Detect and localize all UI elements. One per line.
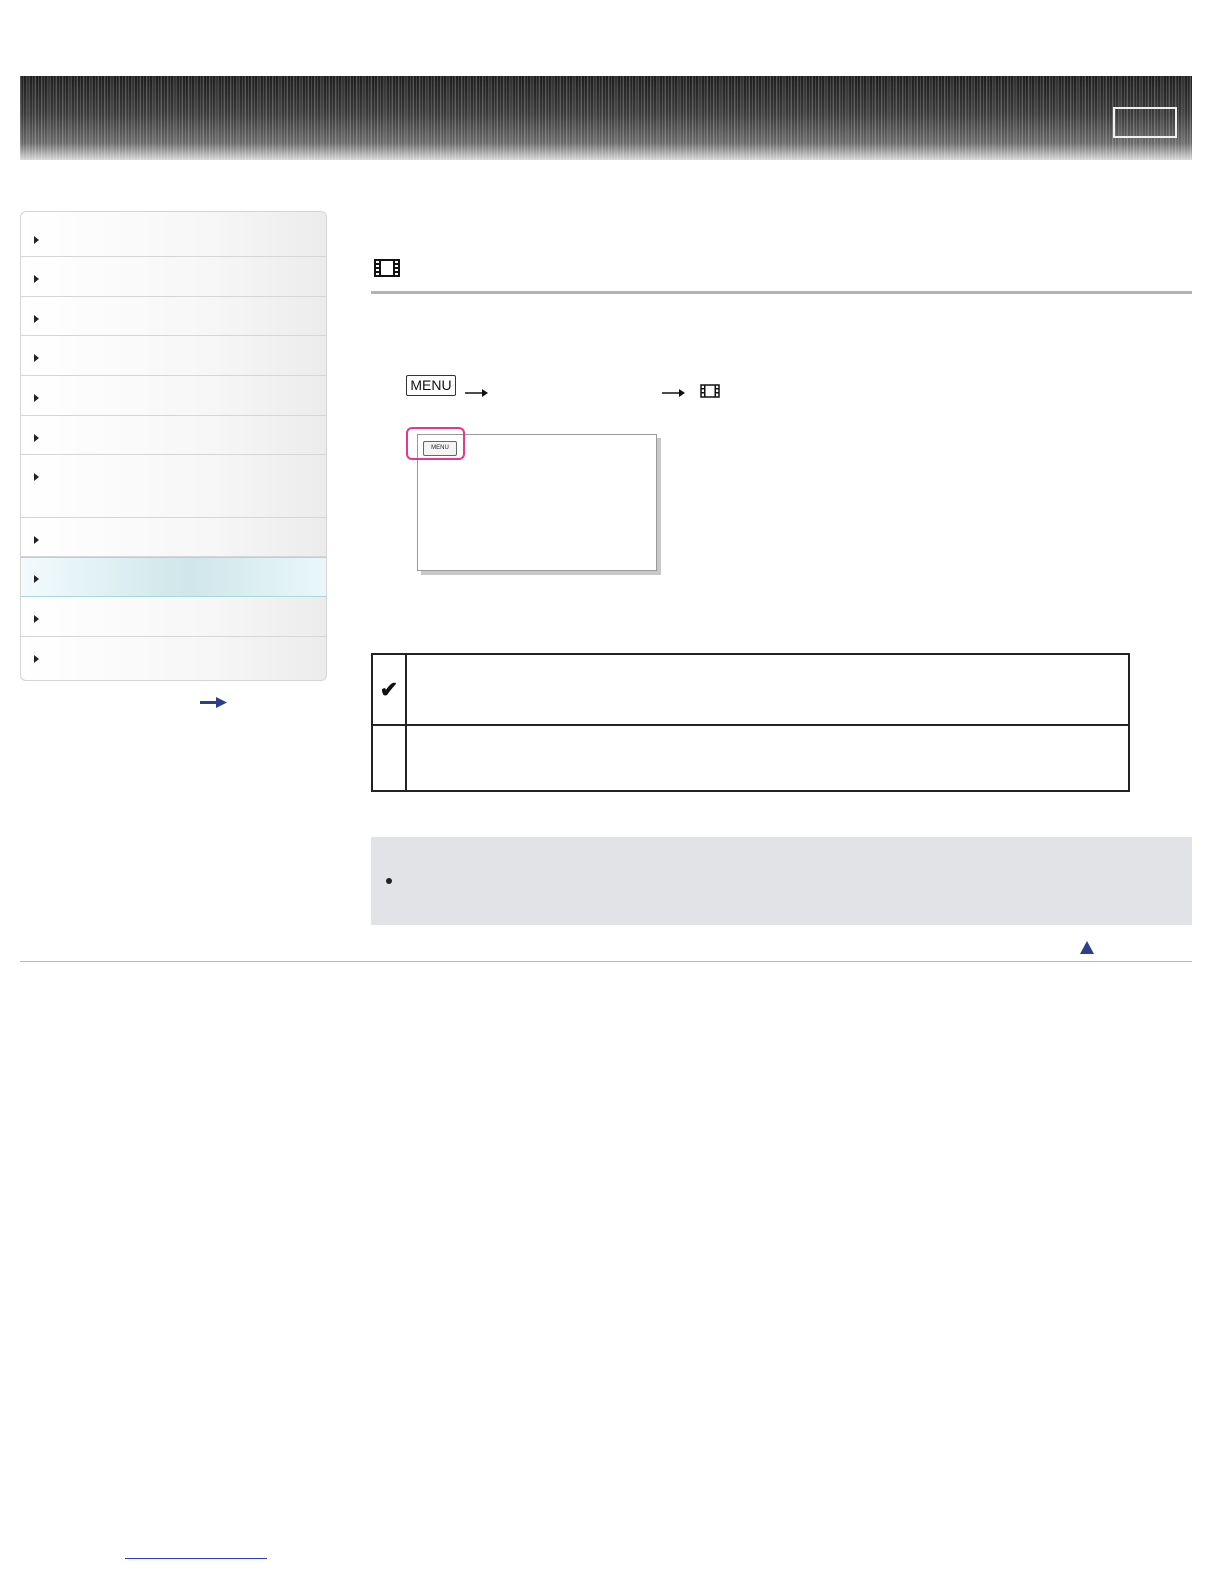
header-button[interactable] [1113, 107, 1177, 138]
bullet-icon [386, 878, 392, 884]
triangle-right-icon [34, 536, 39, 544]
sidebar-item-4[interactable] [21, 336, 326, 376]
footer-divider [20, 961, 1192, 962]
menu-key-icon: MENU [406, 375, 456, 396]
film-strip-icon [700, 384, 720, 398]
header-banner [20, 76, 1192, 160]
option-row-selected: ✔ [371, 653, 1130, 726]
sidebar-item-3[interactable] [21, 297, 326, 336]
check-mark-icon: ✔ [371, 653, 407, 726]
sidebar-item-2[interactable] [21, 257, 326, 297]
option-row [371, 724, 1130, 792]
triangle-right-icon [34, 315, 39, 323]
triangle-right-icon [34, 236, 39, 244]
sidebar-item-7[interactable] [21, 455, 326, 518]
right-arrow-icon [662, 389, 685, 397]
triangle-right-icon [34, 615, 39, 623]
sidebar-nav [20, 211, 327, 681]
note-box [371, 837, 1192, 925]
sidebar-item-6[interactable] [21, 416, 326, 455]
triangle-right-icon [34, 655, 39, 663]
bottom-link[interactable] [125, 1558, 267, 1559]
up-triangle-icon[interactable] [1080, 941, 1094, 954]
right-arrow-icon [465, 389, 488, 397]
option-description [405, 653, 1130, 726]
film-strip-icon [374, 259, 400, 277]
triangle-right-icon [34, 354, 39, 362]
sidebar-item-10[interactable] [21, 597, 326, 637]
section-divider [371, 291, 1192, 294]
menu-highlight-frame [406, 427, 465, 460]
option-description [405, 724, 1130, 792]
sidebar-item-1[interactable] [21, 212, 326, 257]
sidebar-item-5[interactable] [21, 376, 326, 416]
triangle-right-icon [34, 434, 39, 442]
option-mark [371, 724, 407, 792]
options-table: ✔ [371, 653, 1130, 792]
sidebar-item-9-active[interactable] [21, 557, 326, 597]
sidebar-item-8[interactable] [21, 518, 326, 557]
triangle-right-icon [34, 394, 39, 402]
sidebar-item-11[interactable] [21, 637, 326, 680]
triangle-right-icon [34, 473, 39, 481]
right-arrow-icon[interactable] [200, 697, 228, 709]
triangle-right-icon [34, 575, 39, 583]
triangle-right-icon [34, 275, 39, 283]
